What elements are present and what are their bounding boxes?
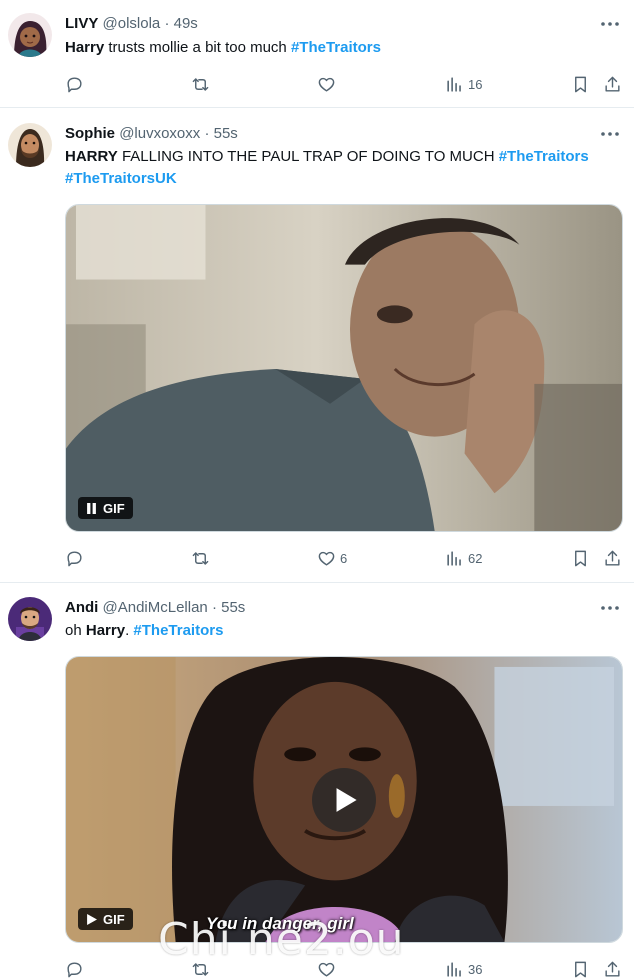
avatar[interactable] <box>8 13 52 57</box>
reply-button[interactable] <box>65 548 88 568</box>
views-count: 16 <box>468 76 483 92</box>
share-button[interactable] <box>603 548 622 568</box>
reply-button[interactable] <box>65 959 88 979</box>
retweet-button[interactable] <box>191 74 214 94</box>
text-bold: HARRY <box>65 148 118 165</box>
tweet-text: HARRY FALLING INTO THE PAUL TRAP OF DOIN… <box>65 146 624 190</box>
handle[interactable]: @olslola <box>103 15 161 32</box>
views-icon <box>447 76 461 92</box>
tweet-text: oh Harry. #TheTraitors <box>65 620 624 642</box>
handle[interactable]: @AndiMcLellan <box>103 599 208 616</box>
views-count: 36 <box>468 961 483 977</box>
views-icon <box>447 550 461 566</box>
more-options-button[interactable] <box>596 598 624 618</box>
more-icon <box>601 606 619 610</box>
share-button[interactable] <box>603 959 622 979</box>
timestamp[interactable]: 55s <box>214 125 238 142</box>
display-name[interactable]: LIVY <box>65 15 98 32</box>
text-plain: oh <box>65 622 86 639</box>
share-button[interactable] <box>603 74 622 94</box>
separator: · <box>211 599 217 616</box>
tweet-header: LIVY @olslola · 49s <box>65 14 198 34</box>
like-icon <box>318 77 335 92</box>
reply-icon <box>67 76 82 92</box>
like-icon <box>318 551 335 566</box>
tweet-header: Sophie @luvxoxoxx · 55s <box>65 124 238 144</box>
action-bar: 6 62 <box>65 548 624 568</box>
timestamp[interactable]: 49s <box>174 15 198 32</box>
reply-icon <box>67 961 82 977</box>
timestamp[interactable]: 55s <box>221 599 245 616</box>
more-options-button[interactable] <box>596 14 624 34</box>
gif-label: GIF <box>103 911 125 927</box>
more-options-button[interactable] <box>596 124 624 144</box>
retweet-button[interactable] <box>191 548 214 568</box>
like-button[interactable] <box>317 74 340 94</box>
display-name[interactable]: Sophie <box>65 125 115 142</box>
bookmark-button[interactable] <box>571 959 590 979</box>
retweet-icon <box>192 551 209 565</box>
views-button[interactable]: 36 <box>445 959 482 979</box>
share-icon <box>605 76 620 92</box>
separator: · <box>164 15 170 32</box>
text-plain: trusts mollie a bit too much <box>104 39 291 56</box>
reply-icon <box>67 550 82 566</box>
gif-media[interactable]: GIF <box>65 204 623 532</box>
hashtag[interactable]: #TheTraitors <box>133 622 223 639</box>
display-name[interactable]: Andi <box>65 599 98 616</box>
like-count: 6 <box>340 550 348 566</box>
views-button[interactable]: 16 <box>445 74 482 94</box>
bookmark-button[interactable] <box>571 74 590 94</box>
gif-badge[interactable]: GIF <box>78 908 133 930</box>
reply-button[interactable] <box>65 74 88 94</box>
bookmark-button[interactable] <box>571 548 590 568</box>
tweet-header: Andi @AndiMcLellan · 55s <box>65 598 245 618</box>
tweet[interactable]: Sophie @luvxoxoxx · 55s HARRY FALLING IN… <box>0 108 634 583</box>
text-plain: FALLING INTO THE PAUL TRAP OF DOING TO M… <box>117 148 499 165</box>
share-icon <box>605 550 620 566</box>
gif-image <box>66 205 622 531</box>
hashtag[interactable]: #TheTraitorsUK <box>65 170 177 187</box>
action-bar: 16 <box>65 74 624 94</box>
views-count: 62 <box>468 550 483 566</box>
like-button[interactable]: 6 <box>317 548 347 568</box>
avatar[interactable] <box>8 597 52 641</box>
hashtag[interactable]: #TheTraitors <box>291 39 381 56</box>
pause-icon <box>87 502 96 514</box>
play-icon <box>336 787 357 812</box>
bookmark-icon <box>575 76 586 92</box>
handle[interactable]: @luvxoxoxx <box>119 125 200 142</box>
gif-badge[interactable]: GIF <box>78 497 133 519</box>
more-icon <box>601 22 619 26</box>
share-icon <box>605 961 620 977</box>
gif-media[interactable]: You in danger, girl GIF <box>65 656 623 943</box>
text-bold: Harry <box>65 39 105 56</box>
separator: · <box>204 125 210 142</box>
bookmark-icon <box>575 550 586 566</box>
tweet-text: Harry trusts mollie a bit too much #TheT… <box>65 37 624 59</box>
play-button[interactable] <box>312 767 376 832</box>
hashtag[interactable]: #TheTraitors <box>499 148 589 165</box>
play-icon <box>87 913 97 925</box>
avatar[interactable] <box>8 123 52 167</box>
gif-label: GIF <box>103 500 125 516</box>
bookmark-icon <box>575 961 586 977</box>
retweet-icon <box>192 77 209 91</box>
tweet[interactable]: LIVY @olslola · 49s Harry trusts mollie … <box>0 0 634 108</box>
views-icon <box>447 961 461 977</box>
watermark: Chi ne2.ou <box>158 914 405 965</box>
text-bold: Harry <box>85 622 126 639</box>
more-icon <box>601 132 619 136</box>
views-button[interactable]: 62 <box>445 548 482 568</box>
